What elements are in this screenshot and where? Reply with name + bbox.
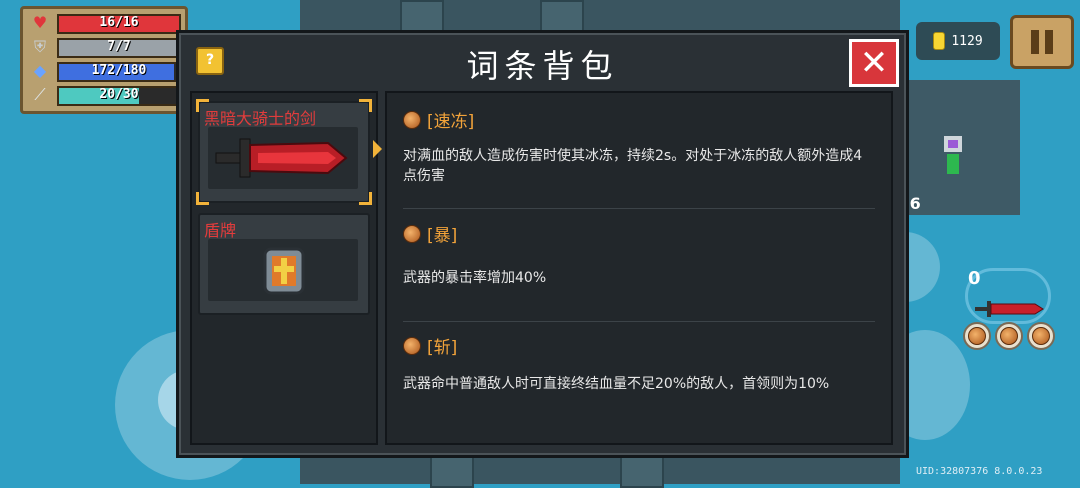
pause-button[interactable] xyxy=(1010,15,1074,69)
current-weapon-icon xyxy=(975,301,1044,317)
statue-icon xyxy=(944,136,962,174)
energy-gem-icon: ◆ xyxy=(33,61,47,80)
trait-gem-icon xyxy=(403,224,421,243)
trait-details: [速冻] 对满血的敌人造成伤害时使其冰冻，持续2s。对处于冰冻的敌人额外造成4点… xyxy=(385,91,893,445)
shield-item-icon xyxy=(263,247,305,295)
trait-entry: [速冻] 对满血的敌人造成伤害时使其冰冻，持续2s。对处于冰冻的敌人额外造成4点… xyxy=(403,107,875,186)
energy-row: ◆ 172/180 xyxy=(29,61,181,82)
coin-icon xyxy=(933,32,946,50)
divider xyxy=(403,208,875,209)
trait-bag-dialog: ? 词条背包 ✕ 黑暗大骑士的剑 盾牌 [速冻] 对满血的敌人造成伤害时使其冰冻… xyxy=(176,30,909,458)
skill-bar: 20/30 xyxy=(57,86,181,106)
trait-gem-icon xyxy=(1027,322,1055,350)
trait-entry: [暴] 武器的暴击率增加40% xyxy=(403,221,875,288)
item-name: 盾牌 xyxy=(204,221,237,240)
item-card-sword[interactable]: 黑暗大骑士的剑 xyxy=(196,99,372,205)
trait-description: 武器的暴击率增加40% xyxy=(403,270,547,286)
trait-description: 武器命中普通敌人时可直接终结血量不足20%的敌人，首领则为10% xyxy=(403,376,830,392)
hp-value: 16/16 xyxy=(99,15,139,30)
trait-gem-icon xyxy=(963,322,991,350)
selection-arrow-icon xyxy=(373,140,382,158)
divider xyxy=(403,321,875,322)
player-stats-panel: ♥ 16/16 ⛨ 7/7 ◆ 172/180 ⟋ 20/30 xyxy=(20,6,188,114)
shield-icon: ⛨ xyxy=(33,36,46,56)
energy-bar: 172/180 xyxy=(57,62,181,82)
trait-entry: [斩] 武器命中普通敌人时可直接终结血量不足20%的敌人，首领则为10% xyxy=(403,333,875,394)
close-button[interactable]: ✕ xyxy=(849,39,899,87)
hp-bar: 16/16 xyxy=(57,14,181,34)
trait-gem-icon xyxy=(995,322,1023,350)
armor-bar: 7/7 xyxy=(57,38,181,58)
heart-icon: ♥ xyxy=(32,13,48,32)
coin-counter: 1129 xyxy=(916,22,1000,60)
skill-row: ⟋ 20/30 xyxy=(29,84,181,106)
sword-icon: ⟋ xyxy=(34,84,46,104)
item-list: 黑暗大骑士的剑 盾牌 xyxy=(190,91,378,445)
weapon-trait-indicators xyxy=(963,322,1055,350)
uid-label: UID:32807376 8.0.0.23 xyxy=(916,466,1043,477)
item-image xyxy=(208,239,358,301)
weapon-ammo: 0 xyxy=(968,268,981,289)
item-name: 黑暗大骑士的剑 xyxy=(204,109,317,128)
armor-value: 7/7 xyxy=(107,39,131,54)
item-image xyxy=(208,127,358,189)
energy-value: 172/180 xyxy=(91,63,147,78)
armor-row: ⛨ 7/7 xyxy=(29,36,181,58)
item-card-shield[interactable]: 盾牌 xyxy=(198,213,370,315)
trait-gem-icon xyxy=(403,336,421,355)
dialog-title: 词条背包 xyxy=(466,47,619,85)
trait-description: 对满血的敌人造成伤害时使其冰冻，持续2s。对处于冰冻的敌人额外造成4点伤害 xyxy=(403,148,863,184)
skill-value: 20/30 xyxy=(99,87,139,102)
trait-name: [斩] xyxy=(427,338,458,358)
dark-knight-sword-icon xyxy=(215,138,348,178)
hp-row: ♥ 16/16 xyxy=(29,13,181,34)
coin-count: 1129 xyxy=(951,33,983,49)
trait-gem-icon xyxy=(403,110,421,129)
trait-name: [暴] xyxy=(427,226,458,246)
trait-name: [速冻] xyxy=(427,112,475,132)
pause-icon xyxy=(1031,30,1039,54)
